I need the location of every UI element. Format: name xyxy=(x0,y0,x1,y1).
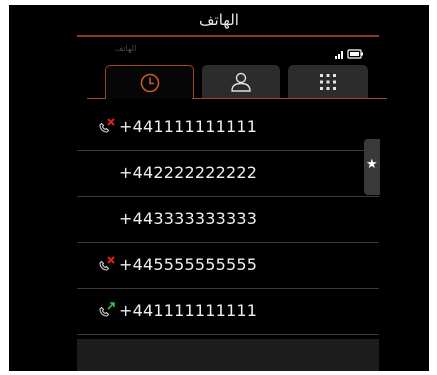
clock-icon xyxy=(140,73,159,92)
status-label: الهاتف xyxy=(115,44,137,53)
call-number: +442222222222 xyxy=(119,163,258,182)
tab-recents[interactable] xyxy=(105,65,194,99)
bottom-bar xyxy=(77,339,379,371)
person-icon xyxy=(231,72,251,92)
call-number: +441111111111 xyxy=(119,301,258,320)
missed-call-icon xyxy=(99,256,115,271)
window-title: الهاتف xyxy=(199,11,239,29)
call-row[interactable]: +443333333333 xyxy=(77,197,379,243)
tab-keypad[interactable] xyxy=(288,65,368,98)
missed-call-icon xyxy=(99,118,115,133)
call-number: +441111111111 xyxy=(119,117,258,136)
call-number: +443333333333 xyxy=(119,209,258,228)
title-bar: الهاتف xyxy=(9,5,429,35)
call-row[interactable]: +441111111111 xyxy=(77,105,379,151)
battery-icon xyxy=(347,49,363,59)
call-row[interactable]: +441111111111 xyxy=(77,289,379,335)
recent-calls-list: +441111111111 +442222222222 +44333333333… xyxy=(77,105,379,335)
star-icon: ★ xyxy=(366,157,378,172)
tab-underline xyxy=(87,98,106,99)
outgoing-call-icon xyxy=(99,302,115,317)
tab-contacts[interactable] xyxy=(202,65,280,98)
phone-screen: الهاتف الهاتف +441111111111 +44222222222… xyxy=(9,5,429,371)
status-icons xyxy=(333,45,373,59)
call-row[interactable]: +445555555555 xyxy=(77,243,379,289)
call-number: +445555555555 xyxy=(119,255,258,274)
call-row[interactable]: +442222222222 xyxy=(77,151,379,197)
status-bar: الهاتف xyxy=(77,39,379,61)
tab-underline xyxy=(192,98,387,99)
favorites-tab[interactable]: ★ xyxy=(364,139,380,195)
dialpad-icon xyxy=(320,73,336,90)
tab-bar xyxy=(87,65,387,103)
title-divider xyxy=(77,35,379,37)
signal-icon xyxy=(335,51,343,59)
